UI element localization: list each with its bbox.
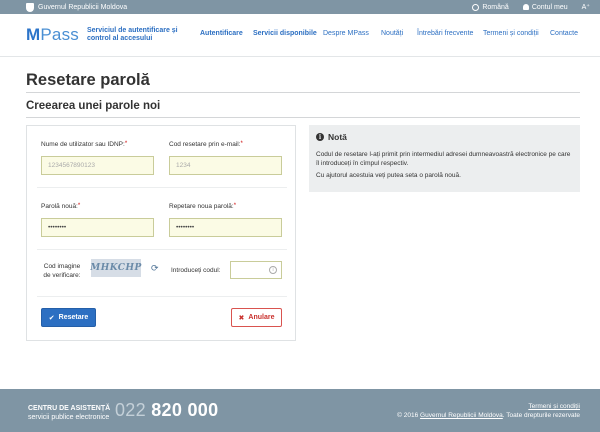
info-icon: i [269,266,277,274]
section-title: Creearea unei parole noi [26,100,161,112]
note-text: Cu ajutorul acestuia veți putea seta o p… [316,172,461,179]
refresh-icon[interactable]: ⟳ [151,263,159,274]
account-menu[interactable]: Contul meu [522,3,568,11]
coat-of-arms-icon [26,2,34,12]
nav-news[interactable]: Noutăți [381,30,403,37]
title-divider [26,92,580,93]
site-header: MPass Serviciul de autentificare și cont… [0,14,600,57]
font-size-toggle[interactable]: A⁺ [582,3,590,11]
nav-contacts[interactable]: Contacte [550,30,578,37]
nav-about[interactable]: Despre MPass [323,30,369,37]
note-title-text: Notă [328,132,347,142]
note-panel: i Notă Codul de resetare l-ați primit pr… [309,125,580,192]
cancel-button[interactable]: ✖ Anulare [231,308,282,327]
form-divider [37,187,287,188]
gov-footer-link[interactable]: Guvernul Republicii Moldova [420,412,503,419]
form-divider [37,249,287,250]
captcha-input[interactable]: i [230,261,282,279]
globe-icon [472,3,480,11]
note-title: i Notă [316,132,347,142]
main-nav: Autentificare Servicii disponibile Despr… [0,30,600,42]
site-footer: CENTRU DE ASISTENȚĂ servicii publice ele… [0,389,600,432]
note-text: Codul de resetare l-ați primit prin inte… [316,151,571,167]
gov-bar: Guvernul Republicii Moldova Română Contu… [0,0,600,14]
reset-form: Nume de utilizator sau IDNP:* 1234567890… [26,125,296,341]
nav-available-services[interactable]: Servicii disponibile [253,30,317,37]
footer-legal: Termeni și condiții © 2016 Guvernul Repu… [397,403,580,419]
language-label: Română [482,3,509,11]
reset-code-label: Cod resetare prin e-mail:* [169,141,243,148]
page-title: Resetare parolă [26,71,150,89]
reset-button[interactable]: ✔ Resetare [41,308,96,327]
captcha-label: Cod imagine de verificare: [43,263,81,279]
captcha-input-label: Introduceți codul: [171,267,221,274]
note-body: Codul de resetare l-ați primit prin inte… [316,151,571,185]
form-divider [37,296,287,297]
username-label: Nume de utilizator sau IDNP:* [41,141,128,148]
close-icon: ✖ [238,314,245,322]
support-center: CENTRU DE ASISTENȚĂ servicii publice ele… [28,405,111,421]
nav-authentication[interactable]: Autentificare [200,30,243,37]
reset-button-label: Resetare [58,314,89,321]
account-label: Contul meu [531,3,568,11]
support-phone[interactable]: 022 820 000 [115,400,218,421]
check-icon: ✔ [48,314,55,322]
reset-code-input[interactable]: 1234 [169,156,282,175]
info-circle-icon: i [316,133,324,141]
repeat-password-label: Repetare noua parolă:* [169,203,237,210]
nav-faq[interactable]: Întrebări frecvente [417,30,473,37]
gov-title: Guvernul Republicii Moldova [38,3,128,11]
cancel-button-label: Anulare [248,314,275,321]
nav-terms[interactable]: Termeni și condiții [483,30,539,37]
terms-link[interactable]: Termeni și condiții [528,403,580,410]
new-password-label: Parolă nouă:* [41,203,81,210]
username-input[interactable]: 1234567890123 [41,156,154,175]
gov-link[interactable]: Guvernul Republicii Moldova [26,2,128,12]
repeat-password-input[interactable]: •••••••• [169,218,282,237]
captcha-image: MHKCHP [90,259,141,277]
section-divider [26,117,580,118]
user-icon [522,4,529,10]
new-password-input[interactable]: •••••••• [41,218,154,237]
language-selector[interactable]: Română [472,3,509,11]
